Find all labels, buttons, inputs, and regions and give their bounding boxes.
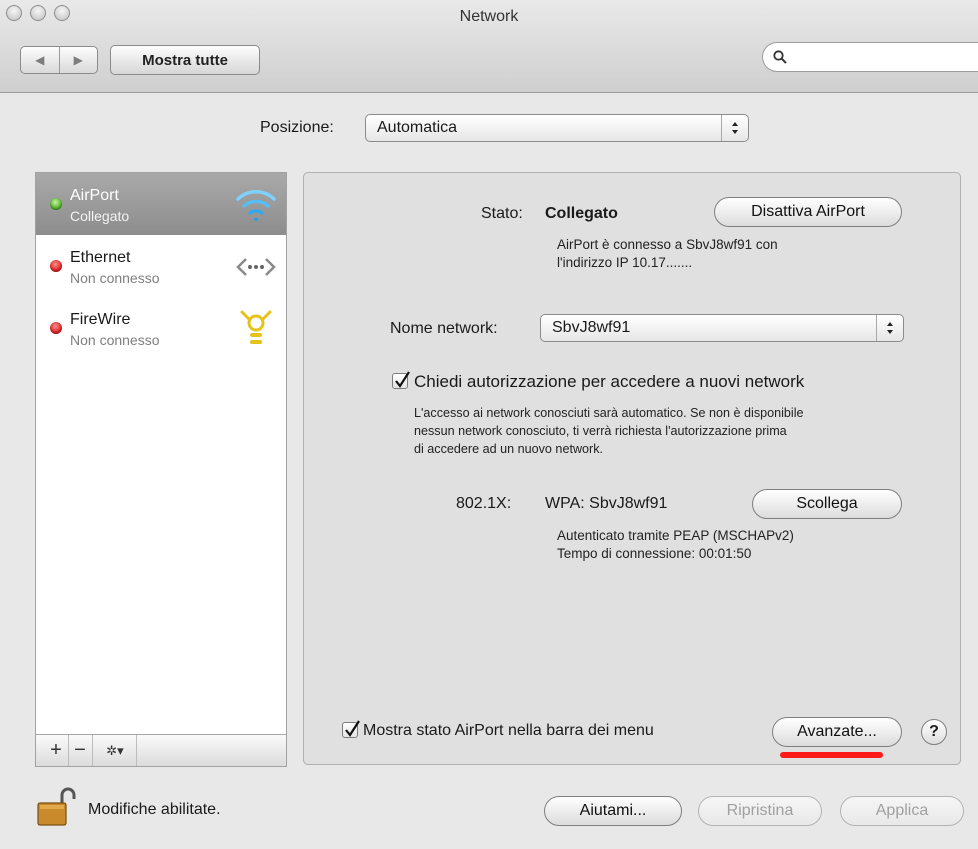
menubar-status-label: Mostra stato AirPort nella barra dei men… bbox=[363, 722, 654, 739]
checkmark-icon bbox=[345, 720, 360, 737]
ask-join-description-line: di accedere ad un nuovo network. bbox=[414, 442, 604, 456]
service-status: Collegato bbox=[70, 208, 130, 224]
service-name: Ethernet bbox=[70, 249, 131, 266]
status-label: Stato: bbox=[481, 205, 523, 222]
dot1x-label: 802.1X: bbox=[456, 495, 512, 512]
checkmark-icon bbox=[395, 371, 410, 388]
dot1x-value: WPA: SbvJ8wf91 bbox=[545, 495, 668, 512]
ask-join-description-line: L'accesso ai network conosciuti sarà aut… bbox=[414, 406, 804, 420]
network-name-value: SbvJ8wf91 bbox=[552, 319, 631, 336]
assist-me-button[interactable]: Aiutami... bbox=[544, 796, 682, 826]
window-title: Network bbox=[459, 8, 519, 25]
ask-join-label: Chiedi autorizzazione per accedere a nuo… bbox=[414, 372, 805, 391]
service-item-airport[interactable]: AirPort Collegato bbox=[36, 173, 286, 235]
dot1x-detail-line: Autenticato tramite PEAP (MSCHAPv2) bbox=[557, 528, 794, 543]
service-name: AirPort bbox=[70, 187, 119, 204]
location-popup[interactable]: Automatica bbox=[365, 114, 749, 142]
search-icon bbox=[773, 50, 787, 64]
disconnect-button[interactable]: Scollega bbox=[752, 489, 902, 519]
unlocked-padlock-icon[interactable] bbox=[36, 787, 76, 827]
menubar-status-checkbox[interactable] bbox=[342, 720, 360, 738]
toolbar: Network ◀ ▶ Mostra tutte bbox=[0, 0, 978, 93]
location-label: Posizione: bbox=[260, 119, 334, 136]
service-item-firewire[interactable]: FireWire Non connesso bbox=[36, 297, 286, 359]
add-service-button[interactable]: + bbox=[44, 735, 69, 766]
status-dot-icon bbox=[50, 198, 62, 210]
wifi-icon bbox=[236, 190, 276, 222]
service-list-toolbar: + − ✲▾ bbox=[36, 734, 286, 766]
popup-arrows-icon bbox=[876, 315, 903, 341]
apply-button[interactable]: Applica bbox=[840, 796, 964, 826]
revert-button[interactable]: Ripristina bbox=[698, 796, 822, 826]
gear-menu-button[interactable]: ✲▾ bbox=[94, 735, 137, 766]
back-button[interactable]: ◀ bbox=[21, 47, 59, 73]
popup-arrows-icon bbox=[721, 115, 748, 141]
status-value: Collegato bbox=[545, 205, 618, 222]
search-input[interactable] bbox=[791, 47, 975, 69]
forward-button[interactable]: ▶ bbox=[58, 47, 98, 73]
status-dot-icon bbox=[50, 322, 62, 334]
remove-service-button[interactable]: − bbox=[68, 735, 93, 766]
turn-off-airport-button[interactable]: Disattiva AirPort bbox=[714, 197, 902, 227]
search-field[interactable] bbox=[762, 42, 978, 72]
ethernet-icon bbox=[236, 258, 276, 276]
lock-status-label: Modifiche abilitate. bbox=[88, 801, 221, 818]
firewire-icon bbox=[240, 310, 272, 344]
network-name-label: Nome network: bbox=[390, 320, 498, 337]
dot1x-detail-line: Tempo di connessione: 00:01:50 bbox=[557, 546, 752, 561]
back-forward-control: ◀ ▶ bbox=[20, 46, 98, 74]
show-all-button[interactable]: Mostra tutte bbox=[110, 45, 260, 75]
network-preferences-window: Network ◀ ▶ Mostra tutte Posizione: Auto… bbox=[0, 0, 978, 849]
status-dot-icon bbox=[50, 260, 62, 272]
service-name: FireWire bbox=[70, 311, 131, 328]
advanced-button[interactable]: Avanzate... bbox=[772, 717, 902, 747]
status-description-line: AirPort è connesso a SbvJ8wf91 con bbox=[557, 237, 778, 252]
location-value: Automatica bbox=[377, 119, 458, 136]
service-list: AirPort Collegato Ethernet Non connesso … bbox=[35, 172, 287, 767]
service-status: Non connesso bbox=[70, 270, 160, 286]
ask-join-checkbox[interactable] bbox=[392, 371, 410, 389]
network-name-popup[interactable]: SbvJ8wf91 bbox=[540, 314, 904, 342]
highlight-underline bbox=[780, 752, 883, 758]
service-status: Non connesso bbox=[70, 332, 160, 348]
ask-join-description-line: nessun network conosciuto, ti verrà rich… bbox=[414, 424, 787, 438]
status-description-line: l'indirizzo IP 10.17....... bbox=[557, 255, 693, 270]
help-button[interactable]: ? bbox=[921, 719, 947, 745]
service-item-ethernet[interactable]: Ethernet Non connesso bbox=[36, 235, 286, 297]
